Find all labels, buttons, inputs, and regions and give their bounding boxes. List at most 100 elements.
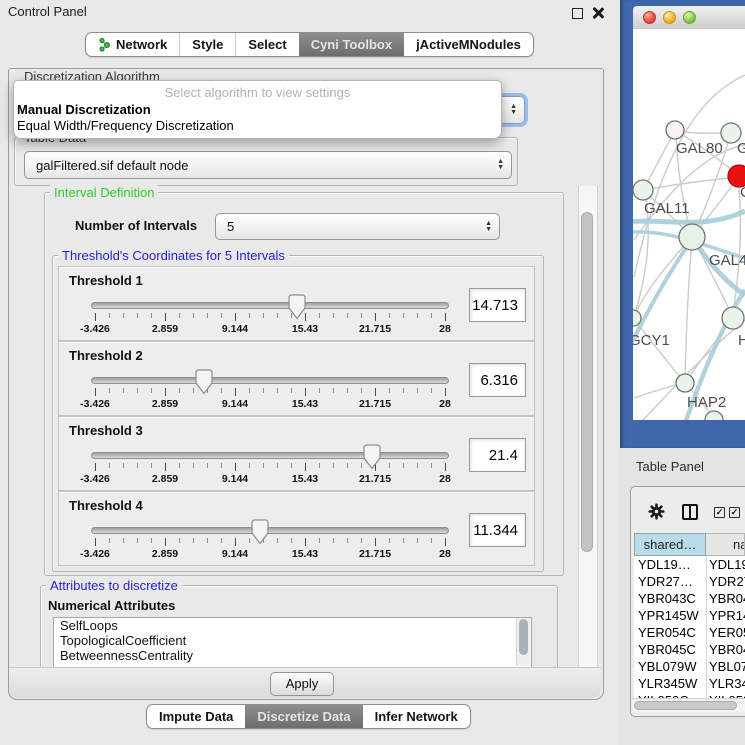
- cyni-bottom-tabs: Impute Data Discretize Data Infer Network: [146, 704, 471, 729]
- tab-label: Infer Network: [375, 709, 458, 724]
- cell-name[interactable]: YBR045C: [707, 641, 745, 658]
- checkbox-icon[interactable]: ✓: [714, 507, 725, 518]
- node-gal80[interactable]: [666, 121, 684, 139]
- bottom-tab-impute-data[interactable]: Impute Data: [147, 705, 245, 728]
- threshold-value-field[interactable]: 11.344: [469, 513, 526, 547]
- network-window-titlebar[interactable]: [633, 6, 745, 30]
- control-panel-title: Control Panel: [8, 4, 87, 19]
- slider-ticks: [95, 313, 445, 323]
- node-hap2[interactable]: [676, 374, 694, 392]
- attribute-list-item[interactable]: TopologicalCoefficient: [54, 633, 531, 648]
- slider-track[interactable]: [91, 527, 449, 534]
- minimize-traffic-light[interactable]: [663, 11, 676, 24]
- threshold-label: Threshold 4: [69, 498, 143, 513]
- tab-network[interactable]: Network: [86, 33, 179, 56]
- slider-track[interactable]: [91, 377, 449, 384]
- tab-label: Select: [248, 37, 286, 52]
- table-row[interactable]: YBR045CYBR045C: [634, 641, 745, 658]
- cell-shared-name[interactable]: YBR043C: [634, 590, 707, 607]
- attribute-list-item[interactable]: SelfLoops: [54, 618, 531, 633]
- bottom-tab-infer-network[interactable]: Infer Network: [363, 705, 470, 728]
- algorithm-option-equal-width[interactable]: Equal Width/Frequency Discretization: [14, 118, 501, 134]
- panel-scrollbar-thumb[interactable]: [581, 212, 593, 552]
- cell-shared-name[interactable]: YLR345W: [634, 675, 707, 692]
- tab-label: Discretize Data: [257, 709, 350, 724]
- slider-tick-labels: -3.4262.8599.14415.4321.71528: [95, 398, 445, 410]
- table-row[interactable]: YPR145WYPR145W: [634, 607, 745, 624]
- float-window-icon[interactable]: [572, 8, 583, 19]
- slider-handle[interactable]: [288, 294, 306, 320]
- node-gal4[interactable]: [679, 224, 705, 250]
- zoom-traffic-light[interactable]: [683, 11, 696, 24]
- node-label-hap2: HAP2: [687, 394, 726, 411]
- table-row[interactable]: YBL079WYBL079W: [634, 658, 745, 675]
- close-icon[interactable]: [592, 7, 604, 19]
- node-right-h[interactable]: [722, 307, 744, 329]
- column-header-name[interactable]: name: [706, 533, 745, 556]
- network-edge[interactable]: [644, 177, 737, 190]
- cell-name[interactable]: YPR145W: [707, 607, 745, 624]
- threshold-label: Threshold 2: [69, 348, 143, 363]
- cell-name[interactable]: YBR043C: [707, 590, 745, 607]
- numerical-attributes-list[interactable]: SelfLoopsTopologicalCoefficientBetweenne…: [53, 617, 532, 669]
- attribute-list-item[interactable]: BetweennessCentrality: [54, 648, 531, 663]
- algorithm-option-manual[interactable]: Manual Discretization: [14, 102, 501, 118]
- number-of-intervals-combobox[interactable]: 5 ▲▼: [215, 213, 500, 240]
- control-panel-titlebar: Control Panel: [0, 0, 618, 24]
- table-data-combobox[interactable]: galFiltered.sif default node ▲▼: [24, 151, 512, 179]
- network-icon: [98, 37, 111, 52]
- cell-shared-name[interactable]: YDL19…: [634, 556, 707, 573]
- node-gal11[interactable]: [633, 180, 653, 200]
- threshold-value-field[interactable]: 6.316: [469, 363, 526, 397]
- network-edge[interactable]: [685, 240, 692, 381]
- node-bottom-partial[interactable]: [705, 411, 723, 420]
- cell-name[interactable]: YER054C: [707, 624, 745, 641]
- list-scrollbar-thumb[interactable]: [519, 619, 528, 655]
- table-toolbar: ✓ ✓: [634, 500, 745, 528]
- number-of-intervals-label: Number of Intervals: [75, 218, 197, 233]
- stepper-arrows-icon: ▲▼: [506, 104, 524, 116]
- network-edge[interactable]: [634, 239, 690, 317]
- tab-cyni-toolbox[interactable]: Cyni Toolbox: [299, 33, 404, 56]
- table-row[interactable]: YDR27…YDR27…: [634, 573, 745, 590]
- table-row[interactable]: YBR043CYBR043C: [634, 590, 745, 607]
- cell-shared-name[interactable]: YER054C: [634, 624, 707, 641]
- cell-shared-name[interactable]: YBR045C: [634, 641, 707, 658]
- slider-handle[interactable]: [195, 369, 213, 395]
- threshold-value-field[interactable]: 21.4: [469, 438, 526, 472]
- checkbox-icon[interactable]: ✓: [729, 507, 740, 518]
- table-row[interactable]: YDL19…YDL19…: [634, 556, 745, 573]
- list-scrollbar[interactable]: [516, 618, 531, 666]
- threshold-value-field[interactable]: 14.713: [469, 288, 526, 322]
- tab-select[interactable]: Select: [235, 33, 298, 56]
- slider-track[interactable]: [91, 302, 449, 309]
- slider-handle[interactable]: [251, 519, 269, 545]
- stepper-arrows-icon: ▲▼: [493, 159, 511, 171]
- slider-track[interactable]: [91, 452, 449, 459]
- node-label-ga: GA: [737, 140, 745, 157]
- node-label-gal4: GAL4: [709, 252, 745, 269]
- cell-name[interactable]: YDL19…: [707, 556, 745, 573]
- gear-icon[interactable]: [648, 503, 665, 520]
- tab-style[interactable]: Style: [179, 33, 235, 56]
- table-row[interactable]: YER054CYER054C: [634, 624, 745, 641]
- table-hscrollbar-thumb[interactable]: [634, 701, 737, 710]
- bottom-tab-discretize-data[interactable]: Discretize Data: [245, 705, 362, 728]
- cell-name[interactable]: YLR345W: [707, 675, 745, 692]
- table-row[interactable]: YLR345WYLR345W: [634, 675, 745, 692]
- table-horizontal-scrollbar[interactable]: [632, 698, 745, 712]
- cell-name[interactable]: YBL079W: [707, 658, 745, 675]
- split-columns-icon[interactable]: [682, 504, 698, 520]
- network-canvas[interactable]: GAL80GACGAL11GAL4GCY1HHAP2: [633, 29, 745, 420]
- cell-shared-name[interactable]: YBL079W: [634, 658, 707, 675]
- column-header-shared-name[interactable]: shared…: [634, 533, 706, 556]
- slider-handle[interactable]: [363, 444, 381, 470]
- panel-scrollbar[interactable]: [578, 186, 598, 667]
- cell-name[interactable]: YDR27…: [707, 573, 745, 590]
- cell-shared-name[interactable]: YDR27…: [634, 573, 707, 590]
- tab-label: Cyni Toolbox: [311, 37, 392, 52]
- close-traffic-light[interactable]: [643, 11, 656, 24]
- apply-button[interactable]: Apply: [270, 672, 334, 696]
- tab-jactivemnodules[interactable]: jActiveMNodules: [404, 33, 533, 56]
- cell-shared-name[interactable]: YPR145W: [634, 607, 707, 624]
